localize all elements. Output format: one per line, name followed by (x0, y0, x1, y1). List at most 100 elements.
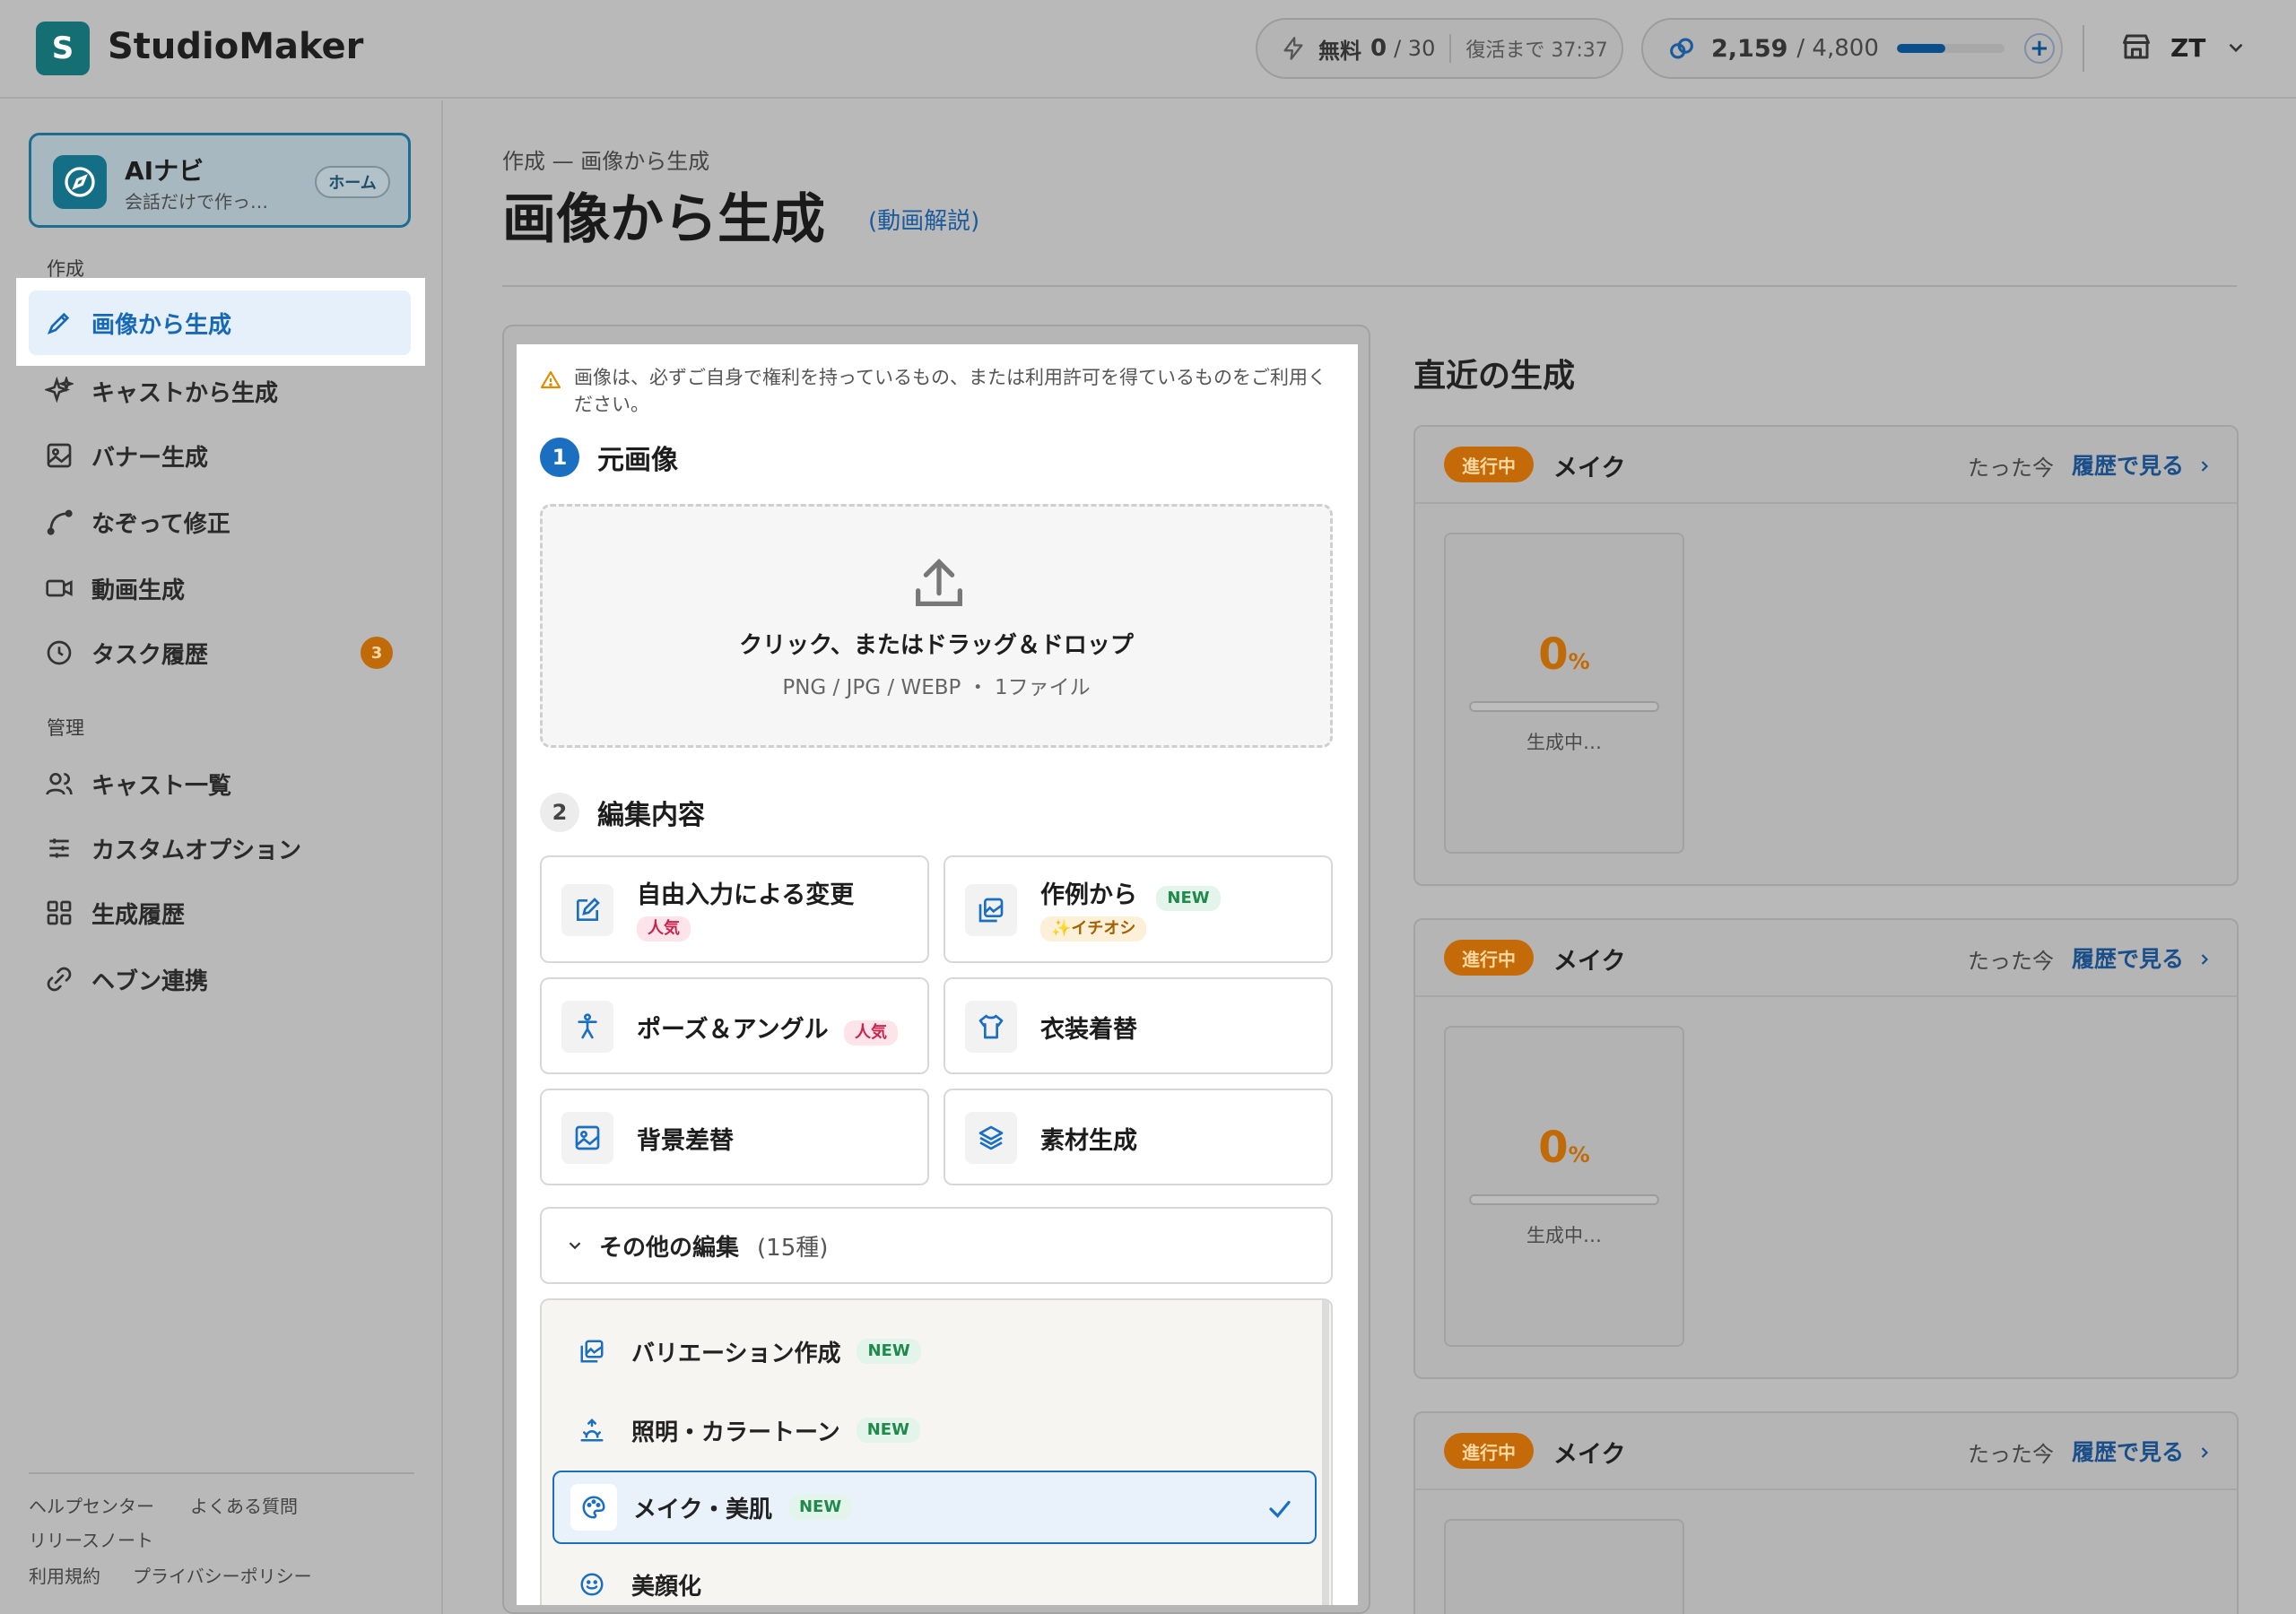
compass-icon (53, 155, 107, 209)
card-header: 進行中 メイク たった今 履歴で見る (1415, 1413, 2237, 1490)
card-time: たった今 (1968, 456, 2054, 481)
list-item-label: メイク・美肌 (633, 1496, 772, 1523)
sidebar-item-generation-history[interactable]: 生成履歴 (29, 881, 411, 945)
sunrise-icon (569, 1407, 615, 1453)
sidebar-item-cast-generate[interactable]: キャストから生成 (29, 359, 411, 423)
new-tag: NEW (856, 1418, 920, 1443)
view-history-link[interactable]: 履歴で見る (2072, 941, 2213, 974)
ainavi-card[interactable]: AIナビ 会話だけで作っ… ホーム (29, 133, 411, 228)
option-label: ポーズ＆アングル (637, 1016, 829, 1044)
curve-icon (47, 509, 73, 535)
list-scrollbar[interactable] (1322, 1300, 1329, 1605)
app-logo[interactable]: S (36, 22, 90, 75)
generation-thumbnail[interactable] (1444, 1519, 1684, 1614)
option-outfit-change[interactable]: 衣装着替 (944, 977, 1333, 1074)
sidebar-item-custom-options[interactable]: カスタムオプション (29, 816, 411, 881)
sidebar-item-banner[interactable]: バナー生成 (29, 423, 411, 488)
privacy-link[interactable]: プライバシーポリシー (133, 1562, 312, 1588)
recent-generations-title: 直近の生成 (1413, 358, 1576, 395)
credit-pill[interactable]: 2,159 / 4,800 + (1641, 18, 2063, 79)
card-time: たった今 (1968, 1442, 2054, 1467)
sidebar-item-label: キャスト一覧 (91, 772, 232, 800)
app-name[interactable]: StudioMaker (108, 22, 363, 72)
breadcrumb: 作成 — 画像から生成 (502, 149, 710, 174)
list-item-lighting[interactable]: 照明・カラートーン NEW (552, 1393, 1317, 1467)
step-2-header: 2 編集内容 (540, 793, 705, 832)
terms-link[interactable]: 利用規約 (29, 1562, 100, 1588)
help-center-link[interactable]: ヘルプセンター (29, 1492, 154, 1518)
sidebar-item-heaven-link[interactable]: ヘブン連携 (29, 947, 411, 1011)
sidebar-item-label: バナー生成 (91, 444, 209, 472)
option-label: 衣装着替 (1040, 1016, 1137, 1044)
person-icon (561, 1001, 613, 1053)
step-2-number: 2 (540, 793, 579, 832)
view-history-link[interactable]: 履歴で見る (2072, 1435, 2213, 1467)
option-pose-angle[interactable]: ポーズ＆アングル 人気 (540, 977, 929, 1074)
list-item-label: バリエーション作成 (631, 1340, 841, 1367)
chevron-right-icon (2201, 1447, 2208, 1458)
free-quota-pill[interactable]: 無料 0 / 30 復活まで 37:37 (1256, 18, 1623, 79)
sidebar-item-cast-list[interactable]: キャスト一覧 (29, 751, 411, 816)
card-header: 進行中 メイク たった今 履歴で見る (1415, 920, 2237, 997)
generation-thumbnail[interactable]: 0% 生成中… (1444, 533, 1684, 854)
view-history-label: 履歴で見る (2072, 946, 2185, 972)
option-from-example[interactable]: 作例から NEW ✨イチオシ (944, 855, 1333, 963)
recover-timer: 復活まで 37:37 (1465, 39, 1608, 62)
sidebar-item-image-generate[interactable]: 画像から生成 (29, 291, 411, 355)
option-label-row: ポーズ＆アングル 人気 (637, 1010, 898, 1046)
list-item-face-beautify[interactable]: 美顔化 (552, 1548, 1317, 1605)
faq-link[interactable]: よくある質問 (190, 1492, 298, 1518)
brush-icon (47, 312, 70, 335)
more-edits-toggle[interactable]: その他の編集 (15種) (540, 1207, 1333, 1284)
chevron-down-icon[interactable] (2224, 36, 2248, 59)
view-history-link[interactable]: 履歴で見る (2072, 448, 2213, 481)
form-panel: 画像は、必ずご自身で権利を持っているもの、または利用許可を得ているものをご利用く… (517, 344, 1358, 1605)
option-free-input[interactable]: 自由入力による変更 人気 (540, 855, 929, 963)
generation-thumbnail[interactable]: 0% 生成中… (1444, 1026, 1684, 1347)
list-item-variation[interactable]: バリエーション作成 NEW (552, 1315, 1317, 1388)
more-edits-count: (15種) (757, 1234, 829, 1262)
lightning-icon (1283, 37, 1303, 60)
list-item-makeup-selected[interactable]: メイク・美肌 NEW (552, 1471, 1317, 1544)
generation-card: 進行中 メイク たった今 履歴で見る 0% 生成中… (1413, 918, 2239, 1379)
sidebar-item-label: カスタムオプション (91, 837, 302, 864)
progress-percent: 0% (1446, 1123, 1683, 1173)
upload-dropzone[interactable]: クリック、またはドラッグ＆ドロップ PNG / JPG / WEBP ・ 1ファ… (540, 504, 1333, 748)
video-tutorial-link[interactable]: (動画解説) (868, 203, 979, 236)
progress-value: 0 (1538, 629, 1569, 680)
more-edits-label: その他の編集 (599, 1234, 740, 1262)
home-badge[interactable]: ホーム (315, 166, 390, 198)
card-name: メイク (1553, 1441, 1626, 1469)
recommend-tag: ✨イチオシ (1040, 916, 1147, 941)
option-background-swap[interactable]: 背景差替 (540, 1089, 929, 1185)
card-time: たった今 (1968, 949, 2054, 974)
user-initials[interactable]: ZT (2170, 30, 2205, 66)
ainavi-subtitle: 会話だけで作っ… (125, 191, 268, 213)
card-header: 進行中 メイク たった今 履歴で見る (1415, 427, 2237, 504)
sliders-icon (49, 838, 69, 858)
topbar-divider (2083, 25, 2084, 72)
palette-icon (570, 1484, 617, 1531)
users-icon (46, 773, 73, 795)
page-title: 画像から生成 (502, 188, 825, 251)
option-asset-generate[interactable]: 素材生成 (944, 1089, 1333, 1185)
release-notes-link[interactable]: リリースノート (29, 1526, 153, 1552)
progress-bar (1469, 1194, 1659, 1205)
image-icon (47, 443, 72, 468)
sidebar-item-task-history[interactable]: タスク履歴 (29, 620, 411, 685)
gallery-icon (965, 884, 1017, 936)
rights-warning-text: 画像は、必ずご自身で権利を持っているもの、または利用許可を得ているものをご利用く… (574, 367, 1326, 415)
store-icon[interactable] (2120, 29, 2152, 65)
progress-unit: % (1568, 649, 1590, 674)
card-name: メイク (1553, 455, 1626, 482)
add-credit-button[interactable]: + (2023, 33, 2055, 64)
list-item-label: 照明・カラートーン (631, 1419, 840, 1446)
video-icon (46, 579, 73, 597)
link-icon (47, 967, 72, 992)
upload-formats: PNG / JPG / WEBP ・ 1ファイル (782, 676, 1091, 699)
sidebar-item-video[interactable]: 動画生成 (29, 556, 411, 620)
progress-bar (1469, 701, 1659, 712)
card-name: メイク (1553, 948, 1626, 976)
free-total: / 30 (1394, 36, 1436, 61)
sidebar-item-trace-fix[interactable]: なぞって修正 (29, 490, 411, 554)
